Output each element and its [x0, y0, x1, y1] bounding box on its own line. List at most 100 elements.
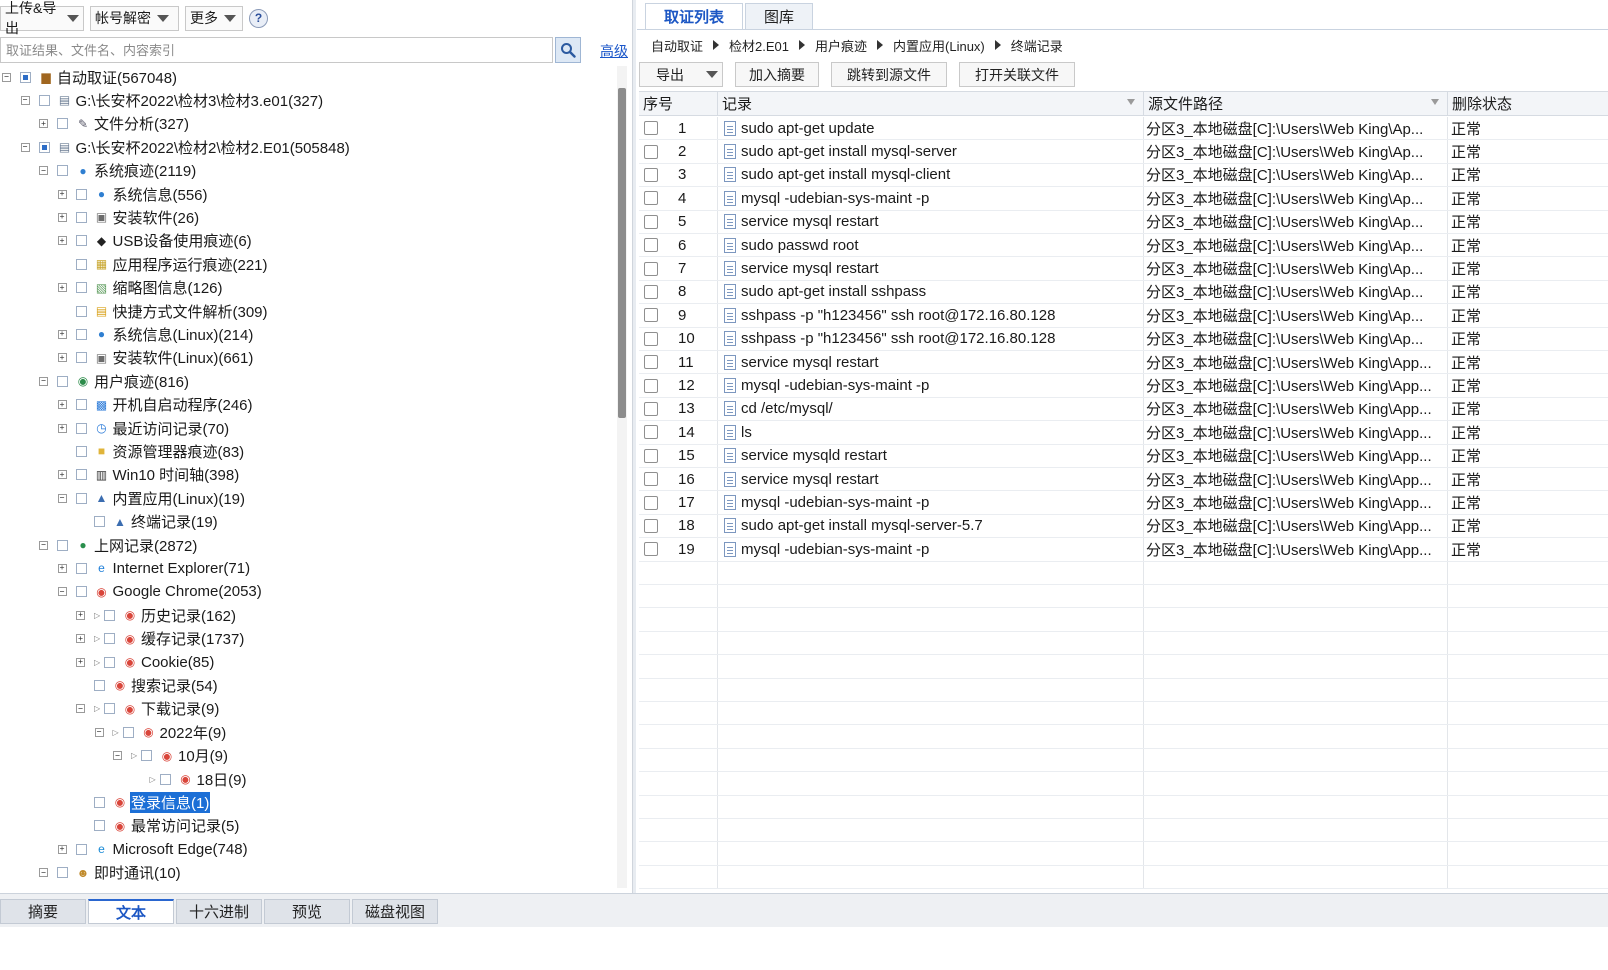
table-row[interactable]: 17 mysql -udebian-sys-maint -p 分区3_本地磁盘[C]…	[639, 491, 1608, 515]
tree-node[interactable]: + ▩ 开机自启动程序(246)	[57, 394, 254, 416]
tree-node[interactable]: + ▧ 缩略图信息(126)	[57, 277, 224, 299]
table-row[interactable]: 2 sudo apt-get install mysql-server 分区3_本地…	[639, 140, 1608, 164]
tree-checkbox[interactable]	[75, 469, 87, 481]
tab-gallery[interactable]: 图库	[745, 3, 814, 29]
tree-checkbox[interactable]	[57, 118, 68, 130]
tree-node[interactable]: + ◆ USB设备使用痕迹(6)	[57, 230, 253, 252]
row-checkbox[interactable]	[644, 401, 658, 416]
collapse-icon[interactable]: −	[94, 727, 104, 737]
tree-checkbox[interactable]	[75, 422, 87, 434]
row-checkbox[interactable]	[644, 261, 658, 276]
tree-checkbox[interactable]	[75, 282, 87, 294]
expand-icon[interactable]: +	[57, 283, 67, 293]
tab-preview[interactable]: 预览	[264, 899, 350, 924]
table-row[interactable]: 12 mysql -udebian-sys-maint -p 分区3_本地磁盘[C]…	[639, 374, 1608, 398]
filter-icon[interactable]	[1127, 99, 1135, 105]
table-row[interactable]: 4 mysql -udebian-sys-maint -p 分区3_本地磁盘[C]:…	[639, 187, 1608, 211]
table-row[interactable]: 15 service mysqld restart 分区3_本地磁盘[C]:\Use…	[639, 444, 1608, 468]
tree-node[interactable]: + e Internet Explorer(71)	[57, 557, 252, 579]
tree-node[interactable]: + ● 系统信息(556)	[57, 183, 209, 205]
collapse-icon[interactable]: −	[2, 72, 11, 82]
row-checkbox[interactable]	[644, 191, 658, 206]
account-decrypt-dropdown[interactable]: 帐号解密	[90, 5, 179, 31]
tree-checkbox[interactable]	[75, 211, 87, 223]
tree-checkbox[interactable]	[94, 796, 105, 808]
tree-node[interactable]: + ▷ ◉ 缓存记录(1737)	[76, 628, 245, 650]
table-row[interactable]: 14 ls 分区3_本地磁盘[C]:\Users\Web King\App... 正常	[639, 421, 1608, 445]
tree-node[interactable]: + ▷ ◉ Cookie(85)	[76, 651, 215, 673]
tree-checkbox[interactable]	[75, 562, 87, 574]
table-row[interactable]: 13 cd /etc/mysql/分区3_本地磁盘[C]:\Users\Web K…	[639, 397, 1608, 422]
tree-node[interactable]: − ☻ 即时通讯(10)	[39, 862, 182, 884]
row-checkbox[interactable]	[644, 355, 658, 370]
row-checkbox[interactable]	[644, 238, 658, 253]
row-checkbox[interactable]	[644, 308, 658, 323]
tree-checkbox[interactable]	[75, 258, 87, 270]
table-row[interactable]: 8 sudo apt-get install sshpass 分区3_本地磁盘[C]…	[639, 280, 1608, 305]
row-checkbox[interactable]	[644, 331, 658, 346]
row-checkbox[interactable]	[644, 214, 658, 229]
breadcrumb-item[interactable]: 终端记录	[1011, 36, 1063, 55]
expand-icon[interactable]: +	[76, 657, 85, 667]
tree-checkbox[interactable]	[75, 352, 87, 364]
row-checkbox[interactable]	[644, 472, 658, 487]
tree-checkbox[interactable]	[75, 586, 87, 598]
search-input[interactable]	[0, 37, 553, 63]
tab-text[interactable]: 文本	[88, 899, 174, 924]
tree-node[interactable]: + ▥ Win10 时间轴(398)	[57, 464, 241, 486]
tree-checkbox[interactable]	[75, 235, 87, 247]
row-checkbox[interactable]	[644, 448, 658, 463]
tree-node[interactable]: ◉ 登录信息(1)	[76, 791, 211, 813]
expand-icon[interactable]: +	[57, 423, 67, 433]
expand-icon[interactable]: +	[76, 610, 85, 620]
tree-node[interactable]: ◉ 搜索记录(54)	[76, 674, 219, 696]
tree-node[interactable]: + ● 系统信息(Linux)(214)	[57, 323, 255, 345]
export-dropdown[interactable]: 导出	[639, 62, 723, 87]
tree-checkbox[interactable]	[104, 703, 115, 715]
tree-node[interactable]: ◉ 最常访问记录(5)	[76, 815, 240, 837]
expand-icon[interactable]: +	[57, 563, 67, 573]
row-checkbox[interactable]	[644, 167, 658, 182]
tree-checkbox[interactable]	[75, 492, 87, 504]
collapse-icon[interactable]: −	[39, 540, 48, 550]
row-checkbox[interactable]	[644, 518, 658, 533]
table-row[interactable]: 7 service mysql restart 分区3_本地磁盘[C]:\Users…	[639, 257, 1608, 281]
tree-node[interactable]: + ▣ 安装软件(26)	[57, 206, 201, 228]
collapse-icon[interactable]: −	[76, 704, 85, 714]
tree-checkbox[interactable]	[75, 445, 87, 457]
tree-checkbox[interactable]	[104, 656, 115, 668]
column-header-delete-status[interactable]: 删除状态	[1448, 92, 1608, 115]
tree-node[interactable]: + ▷ ◉ 历史记录(162)	[76, 604, 237, 626]
table-row[interactable]: 9 sshpass -p "h123456" ssh root@172.16.80…	[639, 304, 1608, 328]
table-row[interactable]: 5 service mysql restart 分区3_本地磁盘[C]:\Users…	[639, 210, 1608, 234]
table-row[interactable]: 10 sshpass -p "h123456" ssh root@172.16.8…	[639, 327, 1608, 351]
row-checkbox[interactable]	[644, 121, 658, 136]
row-checkbox[interactable]	[644, 284, 658, 299]
tab-evidence-list[interactable]: 取证列表	[645, 3, 744, 29]
search-button[interactable]	[555, 37, 581, 63]
tree-checkbox[interactable]	[141, 750, 152, 762]
tree-node[interactable]: ▷ ◉ 18日(9)	[132, 768, 248, 790]
tree-checkbox[interactable]	[159, 773, 171, 785]
expand-icon[interactable]: +	[57, 844, 67, 854]
tree-node[interactable]: + e Microsoft Edge(748)	[57, 838, 249, 860]
breadcrumb-item[interactable]: 用户痕迹	[815, 36, 867, 55]
tree-node[interactable]: + ✎ 文件分析(327)	[39, 113, 190, 135]
collapse-icon[interactable]: −	[39, 868, 48, 878]
table-row[interactable]: 1 sudo apt-get update 分区3_本地磁盘[C]:\Users\W…	[639, 117, 1608, 141]
column-header-no[interactable]: 序号	[639, 92, 718, 115]
add-summary-button[interactable]: 加入摘要	[735, 62, 819, 87]
tree-node[interactable]: − ● 系统痕迹(2119)	[39, 160, 197, 182]
row-checkbox[interactable]	[644, 495, 658, 510]
tree-node[interactable]: ▤ 快捷方式文件解析(309)	[58, 300, 269, 322]
tree-checkbox[interactable]	[57, 539, 68, 551]
column-header-record[interactable]: 记录	[718, 92, 1144, 115]
tree-node[interactable]: − ▷ ◉ 下载记录(9)	[76, 698, 220, 720]
tree-checkbox[interactable]	[75, 305, 87, 317]
collapse-icon[interactable]: −	[20, 95, 30, 105]
tree-checkbox[interactable]	[57, 867, 68, 879]
tree-node[interactable]: − ▷ ◉ 2022年(9)	[94, 721, 228, 743]
tab-hex[interactable]: 十六进制	[176, 899, 262, 924]
collapse-icon[interactable]: −	[39, 166, 48, 176]
tree-checkbox[interactable]	[38, 141, 50, 153]
